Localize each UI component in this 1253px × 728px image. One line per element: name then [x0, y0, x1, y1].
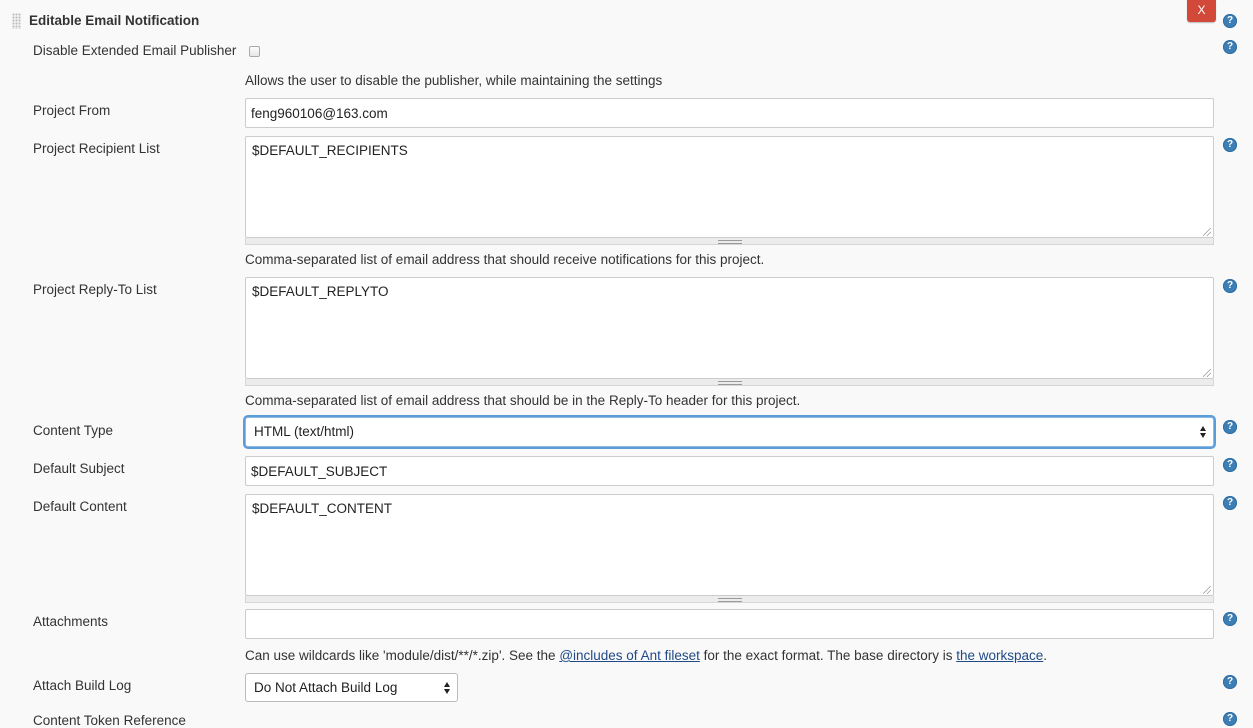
content-token-reference-label: Content Token Reference — [33, 713, 186, 728]
help-icon[interactable]: ? — [1223, 612, 1237, 626]
recipient-list-textarea[interactable]: $DEFAULT_RECIPIENTS — [245, 136, 1214, 238]
default-content-label: Default Content — [33, 499, 127, 514]
attachments-input[interactable] — [245, 609, 1214, 639]
section-title: Editable Email Notification — [29, 13, 200, 28]
help-icon[interactable]: ? — [1223, 712, 1237, 726]
help-icon[interactable]: ? — [1223, 40, 1237, 54]
help-icon[interactable]: ? — [1223, 279, 1237, 293]
content-type-select[interactable]: HTML (text/html) — [245, 417, 1214, 447]
help-icon[interactable]: ? — [1223, 420, 1237, 434]
resize-corner-icon[interactable] — [1203, 369, 1211, 377]
project-from-input[interactable] — [245, 98, 1214, 128]
help-icon[interactable]: ? — [1223, 675, 1237, 689]
content-type-label: Content Type — [33, 423, 114, 438]
delete-section-button[interactable]: X — [1187, 0, 1216, 22]
attach-build-log-select[interactable]: Do Not Attach Build Log — [245, 673, 458, 702]
disable-publisher-label: Disable Extended Email Publisher — [33, 43, 237, 58]
select-arrows-icon — [444, 681, 451, 694]
reply-to-list-description: Comma-separated list of email address th… — [245, 393, 801, 408]
reply-to-list-label: Project Reply-To List — [33, 282, 157, 297]
resize-corner-icon[interactable] — [1203, 586, 1211, 594]
recipient-list-description: Comma-separated list of email address th… — [245, 252, 765, 267]
attachments-description: Can use wildcards like 'module/dist/**/*… — [245, 648, 1047, 663]
textarea-resize-handle[interactable] — [245, 379, 1214, 386]
attachments-desc-prefix: Can use wildcards like 'module/dist/**/*… — [245, 648, 560, 663]
project-from-label: Project From — [33, 103, 111, 118]
reply-to-list-textarea[interactable]: $DEFAULT_REPLYTO — [245, 277, 1214, 379]
recipient-list-label: Project Recipient List — [33, 141, 160, 156]
attach-build-log-label: Attach Build Log — [33, 678, 132, 693]
attachments-desc-suffix: . — [1043, 648, 1048, 663]
reply-to-list-wrapper: $DEFAULT_REPLYTO — [245, 277, 1214, 386]
textarea-resize-handle[interactable] — [245, 238, 1214, 245]
content-type-selected: HTML (text/html) — [254, 424, 355, 439]
help-icon[interactable]: ? — [1223, 458, 1237, 472]
resize-corner-icon[interactable] — [1203, 228, 1211, 236]
attach-build-log-selected: Do Not Attach Build Log — [254, 680, 398, 695]
help-icon[interactable]: ? — [1223, 138, 1237, 152]
disable-publisher-checkbox[interactable] — [249, 46, 260, 57]
help-icon[interactable]: ? — [1223, 496, 1237, 510]
disable-publisher-description: Allows the user to disable the publisher… — [245, 73, 663, 88]
default-subject-label: Default Subject — [33, 461, 125, 476]
workspace-link[interactable]: the workspace — [956, 648, 1043, 663]
attachments-label: Attachments — [33, 614, 109, 629]
help-icon[interactable]: ? — [1223, 14, 1237, 28]
ant-fileset-link[interactable]: @includes of Ant fileset — [559, 648, 700, 663]
select-arrows-icon — [1200, 426, 1207, 438]
textarea-resize-handle[interactable] — [245, 596, 1214, 603]
drag-handle-icon[interactable] — [12, 13, 21, 29]
default-content-textarea[interactable]: $DEFAULT_CONTENT — [245, 494, 1214, 596]
default-subject-input[interactable] — [245, 456, 1214, 486]
default-content-wrapper: $DEFAULT_CONTENT — [245, 494, 1214, 603]
attachments-desc-middle: for the exact format. The base directory… — [699, 648, 957, 663]
recipient-list-wrapper: $DEFAULT_RECIPIENTS — [245, 136, 1214, 245]
